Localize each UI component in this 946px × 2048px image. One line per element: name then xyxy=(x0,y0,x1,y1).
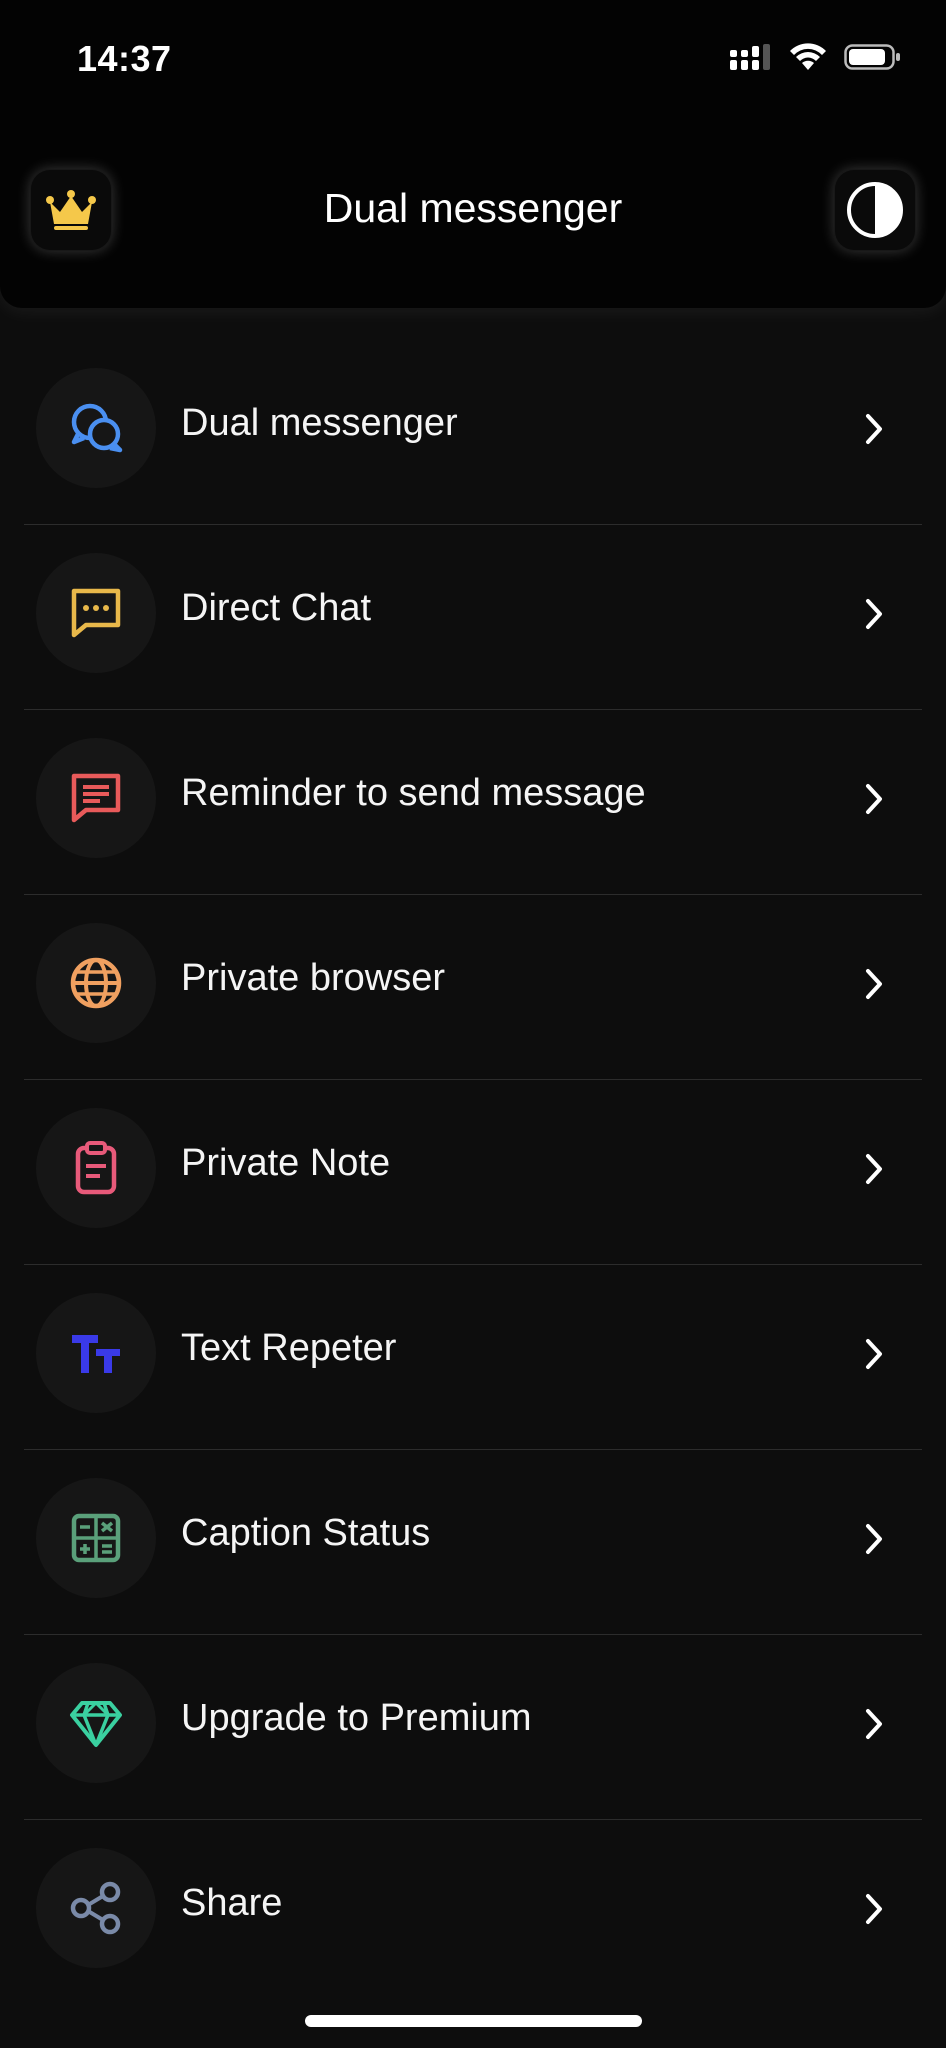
globe-icon xyxy=(70,957,122,1009)
page-title: Dual messenger xyxy=(323,185,623,231)
feature-menu: Dual messenger Direct Chat Reminder to s… xyxy=(0,340,946,2004)
theme-toggle-button[interactable] xyxy=(834,169,916,251)
menu-icon-container xyxy=(36,1478,156,1598)
chevron-right-icon xyxy=(866,1154,882,1184)
chevron-right-icon xyxy=(866,599,882,629)
calculator-icon xyxy=(71,1513,121,1563)
chevron-right-icon xyxy=(866,784,882,814)
status-bar: 14:37 xyxy=(0,0,946,120)
menu-icon-container xyxy=(36,1848,156,1968)
menu-item-reminder[interactable]: Reminder to send message xyxy=(24,710,922,895)
menu-item-label: Direct Chat xyxy=(181,587,372,629)
menu-icon-container xyxy=(36,553,156,673)
menu-item-private-note[interactable]: Private Note xyxy=(24,1080,922,1265)
app-header: 14:37 Dual messenger xyxy=(0,0,946,308)
menu-item-label: Upgrade to Premium xyxy=(181,1697,532,1739)
diamond-icon xyxy=(70,1700,122,1747)
menu-icon-container xyxy=(36,738,156,858)
text-size-icon xyxy=(72,1335,120,1373)
message-lines-icon xyxy=(71,773,121,823)
menu-item-direct-chat[interactable]: Direct Chat xyxy=(24,525,922,710)
menu-icon-container xyxy=(36,368,156,488)
message-dots-icon xyxy=(71,588,121,638)
chevron-right-icon xyxy=(866,1894,882,1924)
clipboard-icon xyxy=(75,1141,117,1195)
chevron-right-icon xyxy=(866,414,882,444)
menu-item-label: Dual messenger xyxy=(181,402,458,444)
menu-item-label: Text Repeter xyxy=(181,1327,397,1369)
contrast-icon xyxy=(847,182,903,238)
chevron-right-icon xyxy=(866,1524,882,1554)
menu-icon-container xyxy=(36,1108,156,1228)
home-indicator[interactable] xyxy=(305,2015,642,2027)
status-icons xyxy=(728,42,902,72)
menu-icon-container xyxy=(36,1293,156,1413)
share-icon xyxy=(70,1881,121,1935)
menu-item-upgrade-premium[interactable]: Upgrade to Premium xyxy=(24,1635,922,1820)
menu-item-label: Private browser xyxy=(181,957,445,999)
wifi-icon xyxy=(790,43,826,70)
menu-item-private-browser[interactable]: Private browser xyxy=(24,895,922,1080)
battery-icon xyxy=(844,44,900,70)
menu-item-text-repeter[interactable]: Text Repeter xyxy=(24,1265,922,1450)
chat-bubbles-icon xyxy=(71,403,123,453)
menu-item-caption-status[interactable]: Caption Status xyxy=(24,1450,922,1635)
menu-icon-container xyxy=(36,923,156,1043)
menu-item-label: Caption Status xyxy=(181,1512,431,1554)
cellular-signal-icon xyxy=(730,44,770,70)
chevron-right-icon xyxy=(866,969,882,999)
menu-item-label: Reminder to send message xyxy=(181,772,646,814)
menu-item-dual-messenger[interactable]: Dual messenger xyxy=(24,340,922,525)
chevron-right-icon xyxy=(866,1709,882,1739)
menu-icon-container xyxy=(36,1663,156,1783)
menu-item-label: Share xyxy=(181,1882,283,1924)
status-time: 14:37 xyxy=(77,38,172,79)
menu-item-label: Private Note xyxy=(181,1142,391,1184)
menu-item-share[interactable]: Share xyxy=(24,1820,922,2004)
chevron-right-icon xyxy=(866,1339,882,1369)
